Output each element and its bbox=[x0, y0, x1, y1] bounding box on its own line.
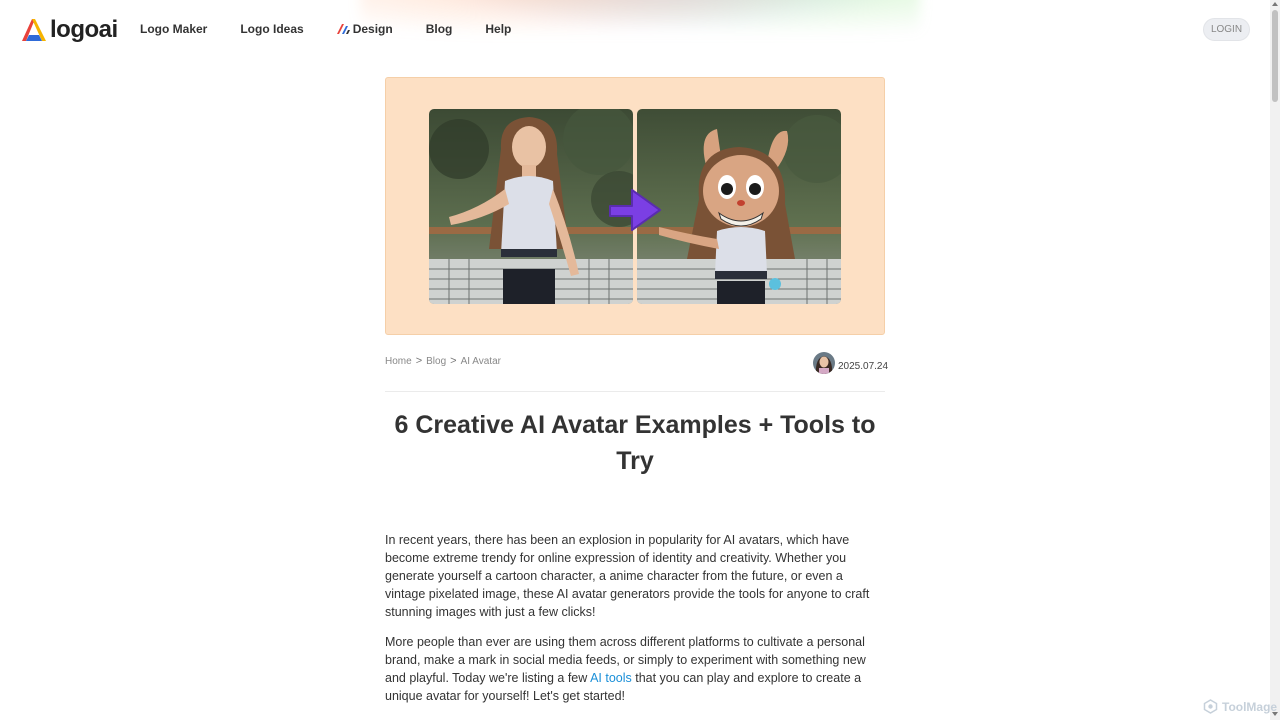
watermark-text: ToolMage bbox=[1222, 699, 1278, 714]
hero-photo-avatar bbox=[637, 109, 841, 304]
nav-design[interactable]: Design bbox=[336, 21, 393, 37]
article-paragraph: In recent years, there has been an explo… bbox=[385, 533, 870, 619]
breadcrumb-ai-avatar[interactable]: AI Avatar bbox=[461, 356, 501, 367]
nav-logo-maker[interactable]: Logo Maker bbox=[140, 21, 207, 37]
author-avatar bbox=[813, 352, 835, 374]
post-meta: 2025.07.24 bbox=[813, 352, 888, 374]
post-date: 2025.07.24 bbox=[838, 360, 889, 372]
hero-image bbox=[385, 77, 885, 335]
breadcrumb: Home > Blog > AI Avatar bbox=[385, 355, 501, 367]
article-body: In recent years, there has been an explo… bbox=[385, 531, 885, 717]
scrollbar-track[interactable] bbox=[1270, 0, 1280, 720]
login-button[interactable]: LOGIN bbox=[1203, 18, 1250, 41]
nav-logo-ideas[interactable]: Logo Ideas bbox=[240, 21, 303, 37]
article-title: 6 Creative AI Avatar Examples + Tools to… bbox=[394, 411, 876, 475]
ai-tools-link[interactable]: AI tools bbox=[590, 671, 632, 685]
main-nav: Logo Maker Logo Ideas Design Blog Help bbox=[140, 21, 544, 37]
nav-design-label: Design bbox=[352, 22, 393, 36]
design-icon bbox=[336, 24, 350, 34]
breadcrumb-separator: > bbox=[450, 355, 457, 367]
toolmage-icon bbox=[1203, 699, 1218, 714]
article-paragraph: More people than ever are using them acr… bbox=[385, 633, 885, 705]
scrollbar-thumb[interactable] bbox=[1272, 10, 1278, 102]
breadcrumb-blog[interactable]: Blog bbox=[426, 356, 446, 367]
nav-blog[interactable]: Blog bbox=[426, 21, 453, 37]
divider bbox=[385, 391, 885, 392]
transform-arrow-icon bbox=[609, 189, 661, 231]
logo[interactable]: logoai bbox=[20, 16, 118, 44]
hero-photo-real bbox=[429, 109, 633, 304]
breadcrumb-home[interactable]: Home bbox=[385, 356, 412, 367]
brand-name: logoai bbox=[50, 16, 118, 43]
nav-help[interactable]: Help bbox=[485, 21, 511, 37]
site-header: logoai Logo Maker Logo Ideas Design Blog… bbox=[0, 0, 1270, 60]
logoai-logo-icon bbox=[22, 19, 46, 41]
scroll-up-arrow-icon[interactable] bbox=[1272, 2, 1278, 6]
breadcrumb-separator: > bbox=[415, 355, 423, 367]
watermark: ToolMage bbox=[1203, 699, 1277, 714]
